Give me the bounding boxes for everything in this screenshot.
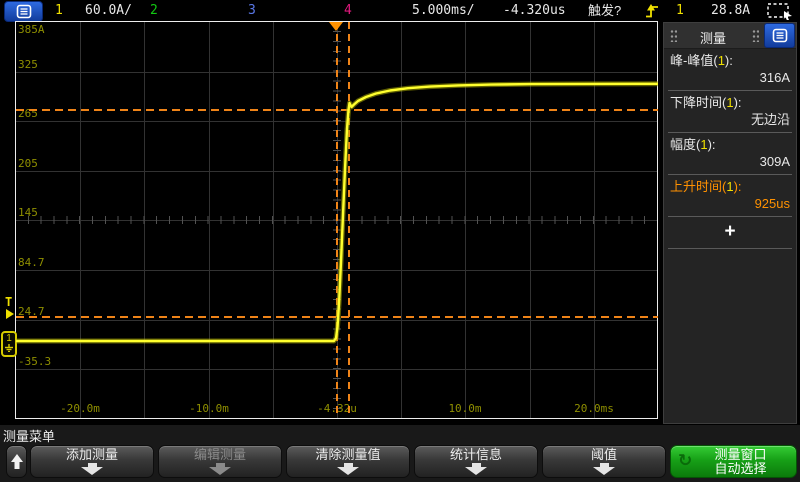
channel-1-scale[interactable]: 60.0A/ <box>85 4 132 18</box>
down-arrow-icon <box>81 463 103 475</box>
measurement-value: 316A <box>670 70 790 86</box>
softkey-edit-measurement: 编辑测量 <box>158 445 282 478</box>
measurement-value: 925us <box>670 196 790 212</box>
measurement-name: 下降时间 <box>670 95 722 110</box>
add-measurement-row[interactable]: + <box>664 217 796 249</box>
measurement-row-rise-time-selected[interactable]: 上升时间(1): 925us <box>664 175 796 217</box>
down-arrow-icon <box>465 463 487 475</box>
channel-3-badge[interactable]: 3 <box>248 4 256 18</box>
measurement-channel: 1 <box>726 179 733 194</box>
drag-grip-icon[interactable] <box>752 29 759 42</box>
up-arrow-icon-stem <box>14 461 19 469</box>
softkey-add-measurement[interactable]: 添加测量 <box>30 445 154 478</box>
softkey-thresholds[interactable]: 阈值 <box>542 445 666 478</box>
softkey-menu-bar: 测量菜单 添加测量 编辑测量 清除测量值 统计信息 阈值 ↻ 测量窗口 <box>0 425 800 482</box>
measurement-row-fall-time[interactable]: 下降时间(1): 无边沿 <box>664 91 796 133</box>
measurement-name: 峰-峰值 <box>670 53 713 68</box>
panel-menu-button[interactable] <box>764 23 795 48</box>
measurement-panel: 测量 峰-峰值(1): 316A 下降时间(1): 无边沿 幅度(1): 309… <box>663 22 797 424</box>
trigger-level-readout[interactable]: 28.8A <box>711 4 750 18</box>
timebase-readout[interactable]: 5.000ms/ <box>412 4 475 18</box>
channel-1-ground-marker[interactable]: 1 <box>1 331 17 357</box>
ground-icon <box>4 344 14 352</box>
measurement-row-peak-peak[interactable]: 峰-峰值(1): 316A <box>664 49 796 91</box>
trigger-status: 触发? <box>588 4 621 18</box>
main-menu-button[interactable] <box>4 1 43 22</box>
oscilloscope-screen: 1 60.0A/ 2 3 4 5.000ms/ -4.320us 触发? 1 2… <box>0 0 800 482</box>
plus-icon[interactable]: + <box>664 221 796 243</box>
trigger-level-marker-label: T <box>5 295 12 309</box>
measurement-value: 无边沿 <box>670 112 790 128</box>
measurement-name: 上升时间 <box>670 179 722 194</box>
trigger-source: 1 <box>676 4 684 18</box>
selection-cursor-icon[interactable] <box>767 3 791 19</box>
delay-readout[interactable]: -4.320us <box>503 4 566 18</box>
channel-1-waveform <box>16 22 658 419</box>
measurement-row-amplitude[interactable]: 幅度(1): 309A <box>664 133 796 175</box>
measurement-value: 309A <box>670 154 790 170</box>
measurement-channel: 1 <box>718 53 725 68</box>
menu-title: 测量菜单 <box>3 426 55 445</box>
softkey-clear-measurements[interactable]: 清除测量值 <box>286 445 410 478</box>
measurement-channel: 1 <box>726 95 733 110</box>
top-status-bar: 1 60.0A/ 2 3 4 5.000ms/ -4.320us 触发? 1 2… <box>0 0 800 22</box>
down-arrow-icon <box>209 463 231 475</box>
softkey-statistics[interactable]: 统计信息 <box>414 445 538 478</box>
measurement-panel-header[interactable]: 测量 <box>664 23 796 49</box>
channel-4-badge[interactable]: 4 <box>344 4 352 18</box>
channel-1-marker-number: 1 <box>3 334 15 344</box>
measurement-channel: 1 <box>700 137 707 152</box>
measurement-name: 幅度 <box>670 137 696 152</box>
softkey-measurement-window[interactable]: ↻ 测量窗口 自动选择 <box>670 445 797 478</box>
panel-title: 测量 <box>664 28 762 47</box>
channel-2-badge[interactable]: 2 <box>150 4 158 18</box>
trigger-level-arrow[interactable] <box>6 309 14 319</box>
channel-1-badge[interactable]: 1 <box>55 4 63 18</box>
hamburger-menu-icon <box>16 4 32 19</box>
menu-back-button[interactable] <box>6 445 27 478</box>
down-arrow-icon <box>337 463 359 475</box>
hamburger-menu-icon <box>772 28 788 43</box>
down-arrow-icon <box>593 463 615 475</box>
